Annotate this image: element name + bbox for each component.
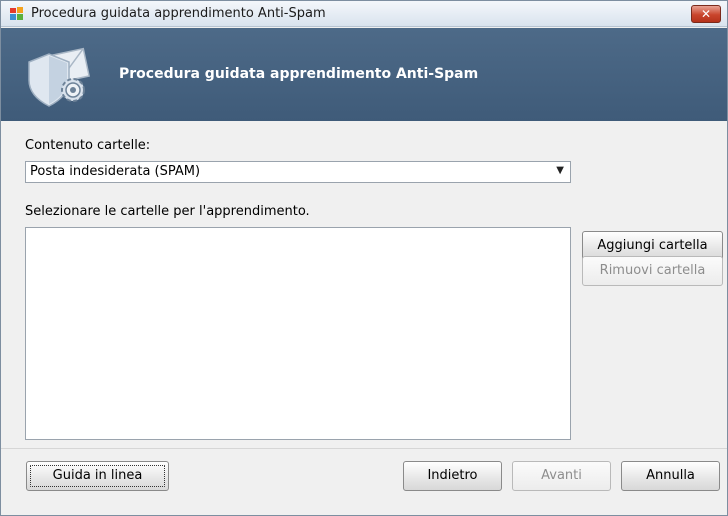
shield-envelope-gear-icon <box>28 47 90 107</box>
folders-listbox[interactable] <box>25 227 571 440</box>
remove-folder-button[interactable]: Rimuovi cartella <box>582 256 723 286</box>
back-label: Indietro <box>427 468 478 483</box>
next-label: Avanti <box>541 468 582 483</box>
remove-folder-label: Rimuovi cartella <box>599 263 706 278</box>
back-button[interactable]: Indietro <box>403 461 502 491</box>
close-icon: ✕ <box>700 7 712 21</box>
select-folders-label: Selezionare le cartelle per l'apprendime… <box>25 204 310 219</box>
focus-indicator <box>30 465 165 487</box>
window-title: Procedura guidata apprendimento Anti-Spa… <box>31 6 326 21</box>
next-button[interactable]: Avanti <box>512 461 611 491</box>
folder-content-dropdown[interactable]: Posta indesiderata (SPAM) ▼ <box>25 161 571 183</box>
wizard-banner: Procedura guidata apprendimento Anti-Spa… <box>1 28 727 121</box>
online-help-button[interactable]: Guida in linea <box>26 461 169 491</box>
avg-logo-icon <box>10 7 23 20</box>
dropdown-arrow-icon[interactable]: ▼ <box>556 165 564 176</box>
title-bar: Procedura guidata apprendimento Anti-Spa… <box>1 1 727 27</box>
cancel-label: Annulla <box>646 468 695 483</box>
wizard-window: Procedura guidata apprendimento Anti-Spa… <box>0 0 728 516</box>
folder-content-value: Posta indesiderata (SPAM) <box>30 164 201 179</box>
cancel-button[interactable]: Annulla <box>621 461 720 491</box>
folder-content-label: Contenuto cartelle: <box>25 138 151 153</box>
banner-title: Procedura guidata apprendimento Anti-Spa… <box>119 66 479 82</box>
close-button[interactable]: ✕ <box>691 5 721 23</box>
footer-divider <box>1 448 727 449</box>
add-folder-label: Aggiungi cartella <box>597 238 708 253</box>
